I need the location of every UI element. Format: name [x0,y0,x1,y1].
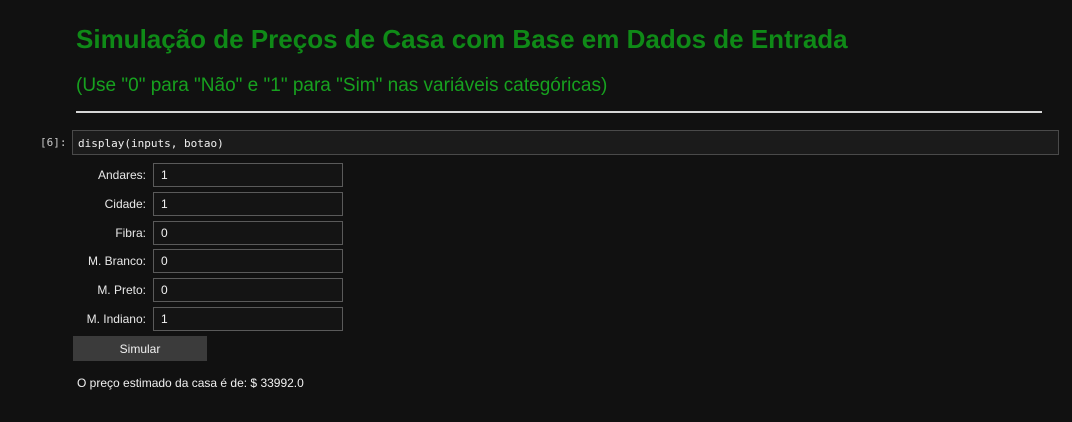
result-output-text: O preço estimado da casa é de: $ 33992.0 [77,376,304,390]
field-row-m-indiano: M. Indiano: [0,307,360,331]
field-label: Fibra: [115,226,146,240]
m-indiano-input[interactable] [153,307,343,331]
field-row-fibra: Fibra: [0,221,360,245]
code-cell-editor[interactable]: display(inputs, botao) [72,130,1059,155]
field-label: Andares: [97,168,146,182]
page-subtitle: (Use "0" para "Não" e "1" para "Sim" nas… [76,75,608,96]
field-row-m-branco: M. Branco: [0,249,360,273]
andares-input[interactable] [153,163,343,187]
fibra-input[interactable] [153,221,343,245]
cidade-input[interactable] [153,192,343,216]
field-label: M. Preto: [97,283,146,297]
field-row-andares: Andares: [0,163,360,187]
field-row-m-preto: M. Preto: [0,278,360,302]
simular-button[interactable]: Simular [73,336,207,361]
page-title: Simulação de Preços de Casa com Base em … [76,24,848,54]
code-source[interactable]: display(inputs, botao) [78,137,224,150]
field-label: M. Indiano: [86,312,146,326]
notebook-page: Simulação de Preços de Casa com Base em … [0,0,1072,422]
field-label: M. Branco: [87,254,146,268]
field-row-cidade: Cidade: [0,192,360,216]
m-preto-input[interactable] [153,278,343,302]
field-label: Cidade: [104,197,146,211]
horizontal-rule [76,111,1042,113]
execution-prompt: [6]: [40,136,67,149]
m-branco-input[interactable] [153,249,343,273]
